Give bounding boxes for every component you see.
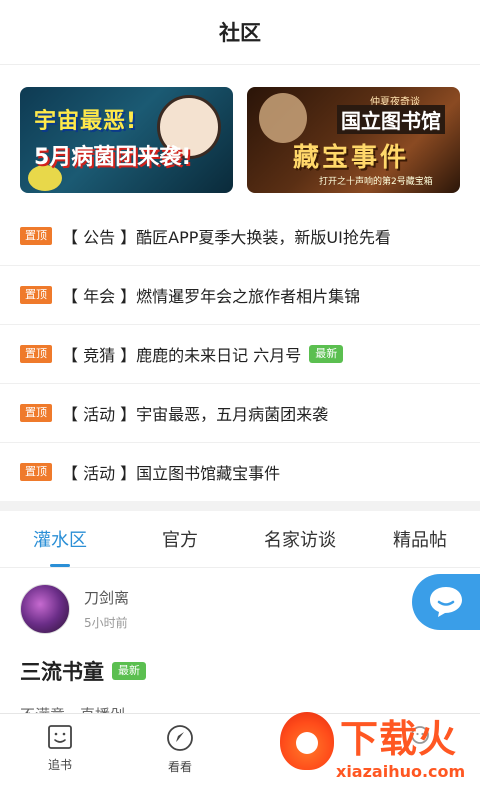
nav-label: 追书: [47, 758, 72, 772]
notice-item[interactable]: 置顶 【 公告 】酷匠APP夏季大换装，新版UI抢先看: [0, 207, 480, 266]
post-title: 三流书童: [20, 660, 104, 684]
notice-title: 【 活动 】宇宙最恶，五月病菌团来袭: [62, 405, 329, 424]
chat-button[interactable]: [412, 574, 480, 630]
banner-caption: 打开之十声响的第2号藏宝箱: [319, 177, 433, 187]
pinned-badge: 置顶: [20, 227, 52, 245]
face-box-icon: [48, 725, 72, 749]
notice-item[interactable]: 置顶 【 年会 】燃情暹罗年会之旅作者相片集锦: [0, 266, 480, 325]
post-author-row: 刀剑离 5小时前: [20, 584, 460, 634]
notice-title: 【 竞猜 】鹿鹿的未来日记 六月号: [62, 346, 302, 365]
banner-headline: 宇宙最恶!: [34, 109, 138, 134]
author-name[interactable]: 刀剑离: [84, 587, 129, 608]
pinned-notice-list: 置顶 【 公告 】酷匠APP夏季大换装，新版UI抢先看 置顶 【 年会 】燃情暹…: [0, 207, 480, 501]
notice-item[interactable]: 置顶 【 活动 】国立图书馆藏宝事件: [0, 443, 480, 501]
character-image: [259, 93, 307, 143]
author-info: 刀剑离 5小时前: [84, 587, 129, 631]
compass-icon: [167, 725, 193, 751]
notice-item[interactable]: 置顶 【 竞猜 】鹿鹿的未来日记 六月号 最新: [0, 325, 480, 384]
post-title-row: 三流书童 最新: [20, 656, 460, 686]
nav-item-follow-books[interactable]: 追书: [0, 714, 120, 800]
pinned-badge: 置顶: [20, 463, 52, 481]
notice-title: 【 年会 】燃情暹罗年会之旅作者相片集锦: [62, 287, 361, 306]
pinned-badge: 置顶: [20, 345, 52, 363]
post-card[interactable]: 刀剑离 5小时前 三流书童 最新 不满意，直播剁: [0, 568, 480, 725]
banner-virus-event[interactable]: 宇宙最恶! 5月病菌团来袭!: [20, 87, 233, 193]
watermark: 下载火 xiazaihuo.com: [280, 708, 476, 792]
notice-item[interactable]: 置顶 【 活动 】宇宙最恶，五月病菌团来袭: [0, 384, 480, 443]
section-divider: [0, 501, 480, 511]
banner-carousel: 宇宙最恶! 5月病菌团来袭! 仲夏夜奇谈 国立图书馆 藏宝事件 打开之十声响的第…: [0, 65, 480, 193]
banner-headline: 国立图书馆: [337, 105, 445, 134]
watermark-text: 下载火: [340, 717, 458, 761]
nav-item-browse[interactable]: 看看: [120, 714, 240, 800]
post-timestamp: 5小时前: [84, 616, 128, 630]
new-badge: 最新: [112, 662, 146, 680]
new-badge: 最新: [309, 345, 344, 363]
banner-subheadline: 藏宝事件: [293, 143, 410, 173]
notice-title: 【 公告 】酷匠APP夏季大换装，新版UI抢先看: [62, 228, 391, 247]
top-bar: 社区: [0, 0, 480, 65]
tab-interviews[interactable]: 名家访谈: [240, 511, 360, 567]
fire-logo-icon: [280, 712, 334, 770]
chat-bubble-icon: [430, 587, 462, 617]
pinned-badge: 置顶: [20, 404, 52, 422]
pinned-badge: 置顶: [20, 286, 52, 304]
banner-library-event[interactable]: 仲夏夜奇谈 国立图书馆 藏宝事件 打开之十声响的第2号藏宝箱: [247, 87, 460, 193]
tab-official[interactable]: 官方: [120, 511, 240, 567]
avatar[interactable]: [20, 584, 70, 634]
tab-featured[interactable]: 精品帖: [360, 511, 480, 567]
nav-label: 看看: [167, 760, 192, 774]
banner-subheadline: 5月病菌团来袭!: [34, 145, 192, 170]
notice-title: 【 活动 】国立图书馆藏宝事件: [62, 464, 281, 483]
forum-tabs: 灌水区 官方 名家访谈 精品帖: [0, 511, 480, 568]
watermark-url: xiazaihuo.com: [336, 762, 466, 781]
page-title: 社区: [219, 21, 261, 45]
tab-water-zone[interactable]: 灌水区: [0, 511, 120, 567]
